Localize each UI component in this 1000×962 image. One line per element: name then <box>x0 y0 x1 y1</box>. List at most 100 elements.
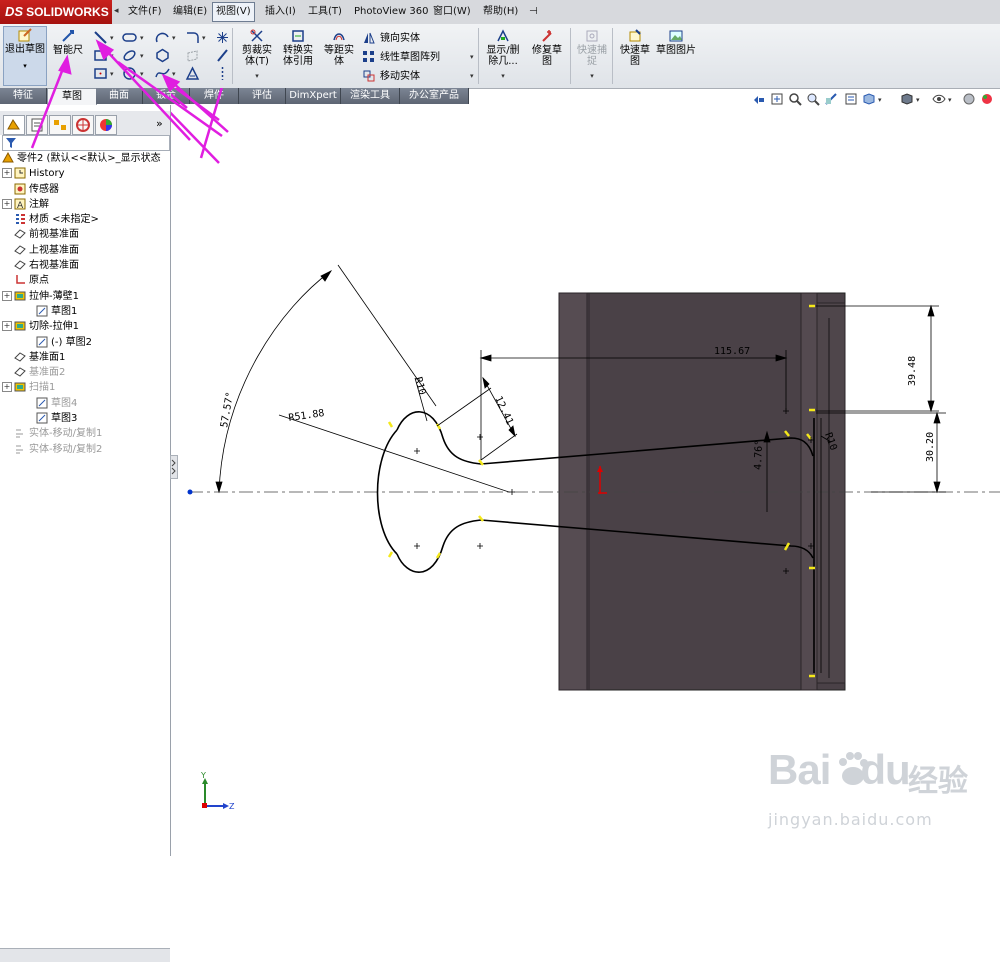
menu-photoview[interactable]: PhotoView 360 <box>351 3 432 21</box>
centerline-pen-icon[interactable] <box>215 48 230 63</box>
tree-item[interactable]: + 切除-拉伸1 <box>0 319 170 334</box>
appearance-icon[interactable] <box>962 92 976 106</box>
view-orientation-dropdown-icon[interactable]: ▾ <box>878 96 882 104</box>
exit-sketch-button[interactable]: 退出草图 ▾ <box>3 26 47 86</box>
tree-expand-icon[interactable]: + <box>2 382 12 393</box>
tree-item[interactable]: + A 注解 <box>0 197 170 212</box>
scene-icon[interactable] <box>980 92 994 106</box>
tree-item[interactable]: 材质 <未指定> <box>0 212 170 227</box>
arc-dropdown-icon[interactable]: ▾ <box>172 34 176 42</box>
tree-item[interactable]: 基准面2 <box>0 365 170 380</box>
rectangle-icon[interactable] <box>93 48 108 63</box>
sketch-picture-button[interactable]: 草图图片 <box>656 28 696 56</box>
circle-dropdown-icon[interactable]: ▾ <box>140 70 144 78</box>
feature-tree-tab-icon[interactable] <box>3 115 25 135</box>
tree-item[interactable]: 右视基准面 <box>0 258 170 273</box>
tree-item[interactable]: 草图4 <box>0 396 170 411</box>
move-entities-button[interactable]: 移动实体 <box>362 67 420 83</box>
trim-entities-button[interactable]: 剪裁实体(T) ▾ <box>238 28 276 82</box>
spline-icon[interactable] <box>155 66 170 81</box>
slot-icon[interactable] <box>122 30 137 45</box>
display-style-dropdown-icon[interactable]: ▾ <box>916 96 920 104</box>
spline-dropdown-icon[interactable]: ▾ <box>172 70 176 78</box>
tree-item[interactable]: 草图3 <box>0 411 170 426</box>
tree-item[interactable]: + History <box>0 166 170 181</box>
menu-view[interactable]: 视图(V) <box>212 2 255 22</box>
smart-dimension-button[interactable]: 智能尺 <box>48 28 88 56</box>
pin-icon[interactable]: ⊣ <box>526 3 541 21</box>
display-style-icon[interactable] <box>900 92 914 106</box>
tab-surfaces[interactable]: 曲面 <box>96 88 143 104</box>
tree-expand-icon[interactable]: + <box>2 198 12 209</box>
rapid-sketch-button[interactable]: 快速草图 <box>616 28 654 67</box>
dynamic-annotation-icon[interactable] <box>844 92 858 106</box>
convert-entities-button[interactable]: 转换实体引用 <box>279 28 317 67</box>
tree-expand-icon[interactable]: + <box>2 321 12 332</box>
logo-expand-arrow-icon[interactable]: ◂ <box>114 6 122 18</box>
menu-tools[interactable]: 工具(T) <box>305 3 345 21</box>
ellipse-dropdown-icon[interactable]: ▾ <box>140 52 144 60</box>
linear-pattern-button[interactable]: 线性草图阵列 <box>362 48 440 64</box>
ellipse-icon[interactable] <box>122 48 137 63</box>
center-rectangle-icon[interactable] <box>93 66 108 81</box>
tree-expand-icon[interactable]: + <box>2 290 12 301</box>
more-tabs-icon[interactable]: » <box>156 117 163 130</box>
tree-part-root[interactable]: 零件2 (默认<<默认>_显示状态 <box>0 151 170 166</box>
menu-help[interactable]: 帮助(H) <box>480 3 521 21</box>
slot-dropdown-icon[interactable]: ▾ <box>140 34 144 42</box>
section-view-icon[interactable] <box>824 92 838 106</box>
solidworks-logo[interactable]: DS SOLIDWORKS <box>0 0 112 24</box>
feature-filter-input[interactable] <box>2 135 170 151</box>
display-manager-tab-icon[interactable] <box>95 115 117 135</box>
dimxpert-manager-tab-icon[interactable] <box>72 115 94 135</box>
graphics-area[interactable]: 115.67 39.48 30.20 12.41 R10 R10 R51.88 … <box>171 88 1000 856</box>
mirror-entities-button[interactable]: 镜向实体 <box>362 29 420 45</box>
tree-item[interactable]: + 拉伸-薄壁1 <box>0 289 170 304</box>
tree-item[interactable]: 前视基准面 <box>0 227 170 242</box>
tree-item[interactable]: 原点 <box>0 273 170 288</box>
tree-item[interactable]: (-) 草图2 <box>0 335 170 350</box>
linear-pattern-dropdown-icon[interactable]: ▾ <box>470 53 474 61</box>
rectangle-dropdown-icon[interactable]: ▾ <box>110 52 114 60</box>
line-dropdown-icon[interactable]: ▾ <box>110 34 114 42</box>
menu-file[interactable]: 文件(F) <box>125 3 165 21</box>
line-icon[interactable] <box>93 30 108 45</box>
center-rectangle-dropdown-icon[interactable]: ▾ <box>110 70 114 78</box>
zoom-selection-icon[interactable] <box>806 92 820 106</box>
hide-show-items-icon[interactable] <box>932 92 946 106</box>
repair-sketch-button[interactable]: 修复草图 <box>528 28 566 67</box>
plane-icon[interactable] <box>185 48 200 63</box>
construction-line-icon[interactable] <box>215 66 230 81</box>
property-manager-tab-icon[interactable] <box>26 115 48 135</box>
hide-show-dropdown-icon[interactable]: ▾ <box>948 96 952 104</box>
tab-sketch[interactable]: 草图 <box>47 88 97 105</box>
display-delete-relations-button[interactable]: 显示/删除几... ▾ <box>482 28 524 82</box>
tree-expand-icon[interactable]: + <box>2 168 12 179</box>
previous-view-icon[interactable] <box>752 92 766 106</box>
tree-item[interactable]: 实体-移动/复制2 <box>0 442 170 457</box>
configuration-manager-tab-icon[interactable] <box>49 115 71 135</box>
tree-item[interactable]: 传感器 <box>0 182 170 197</box>
tree-item[interactable]: 上视基准面 <box>0 243 170 258</box>
move-dropdown-icon[interactable]: ▾ <box>470 72 474 80</box>
sketch-canvas[interactable]: 115.67 39.48 30.20 12.41 R10 R10 R51.88 … <box>171 88 1000 856</box>
text-icon[interactable] <box>185 66 200 81</box>
menu-insert[interactable]: 插入(I) <box>262 3 299 21</box>
polygon-icon[interactable] <box>155 48 170 63</box>
offset-entities-button[interactable]: 等距实体 <box>320 28 358 67</box>
quick-snaps-button[interactable]: 快速捕捉 ▾ <box>574 28 610 82</box>
tree-item[interactable]: 草图1 <box>0 304 170 319</box>
point-icon[interactable] <box>215 30 230 45</box>
arc-icon[interactable] <box>155 30 170 45</box>
menu-window[interactable]: 窗口(W) <box>430 3 474 21</box>
zoom-area-icon[interactable] <box>788 92 802 106</box>
zoom-to-fit-icon[interactable] <box>770 92 784 106</box>
fillet-icon[interactable] <box>185 30 200 45</box>
tab-features[interactable]: 特征 <box>0 88 47 104</box>
menu-edit[interactable]: 编辑(E) <box>170 3 210 21</box>
fillet-dropdown-icon[interactable]: ▾ <box>202 34 206 42</box>
tree-item[interactable]: 实体-移动/复制1 <box>0 426 170 441</box>
tree-item[interactable]: + 扫描1 <box>0 380 170 395</box>
circle-icon[interactable] <box>122 66 137 81</box>
tree-item[interactable]: 基准面1 <box>0 350 170 365</box>
